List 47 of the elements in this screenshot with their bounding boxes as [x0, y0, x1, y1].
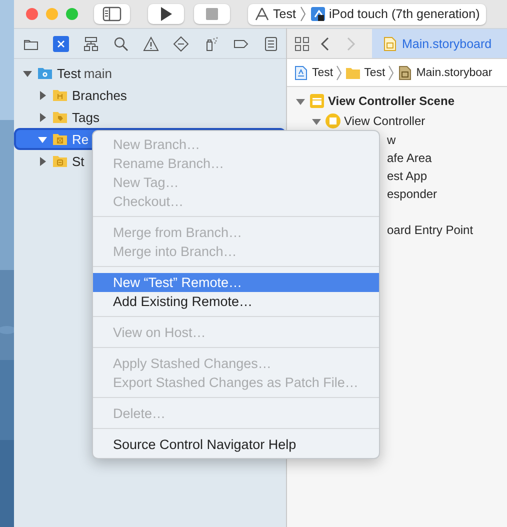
tree-item-label: Tags	[72, 110, 100, 124]
hierarchy-icon[interactable]	[83, 36, 99, 52]
editor-tab[interactable]: Main.storyboard	[372, 29, 507, 58]
path-item[interactable]: Main.storyboar	[397, 64, 492, 80]
project-icon	[293, 64, 309, 80]
menu-item[interactable]: Add Existing Remote…	[93, 292, 379, 311]
folder-icon	[52, 153, 68, 169]
menu-item[interactable]: Source Control Navigator Help	[93, 435, 379, 454]
stop-icon	[203, 5, 221, 23]
warning-icon[interactable]	[143, 36, 159, 52]
scheme-selector[interactable]: Test iPod touch (7th generation)	[248, 4, 486, 24]
tree-item-label: Branches	[72, 88, 127, 102]
disclosure-triangle-icon[interactable]	[37, 90, 48, 100]
grid-icon[interactable]	[294, 36, 310, 52]
folder-icon	[52, 109, 68, 125]
scene-icon	[309, 93, 325, 109]
branch-name: main	[84, 66, 112, 80]
scheme-name: Test	[273, 7, 296, 21]
storyboard-icon	[382, 36, 398, 52]
run-button[interactable]	[148, 4, 184, 24]
outline-item[interactable]: View Controller	[344, 114, 426, 128]
repository-icon	[37, 65, 53, 81]
tree-item-label: St	[72, 154, 84, 168]
folder-icon	[52, 87, 68, 103]
tree-item-label: Test	[57, 66, 81, 80]
chevron-icon	[335, 64, 344, 80]
search-icon[interactable]	[113, 36, 129, 52]
folder-icon	[52, 131, 68, 147]
source-control-icon[interactable]	[53, 36, 69, 52]
menu-item[interactable]: New “Test” Remote…	[93, 273, 379, 292]
view-controller-icon	[325, 113, 341, 129]
list-icon[interactable]	[263, 36, 279, 52]
device-name: iPod touch (7th generation)	[328, 7, 480, 21]
path-item[interactable]: Test	[345, 64, 386, 80]
chevron-icon	[298, 6, 307, 22]
storyboard-icon	[397, 64, 414, 80]
sidebar-toggle-button[interactable]	[94, 4, 130, 24]
device-icon	[310, 6, 326, 22]
outline-item[interactable]: View Controller Scene	[328, 94, 454, 108]
diamond-icon[interactable]	[173, 36, 189, 52]
sidebar-icon	[102, 5, 122, 23]
disclosure-triangle-icon[interactable]	[37, 112, 48, 122]
chevron-icon	[387, 64, 396, 80]
tree-item-label: Re	[72, 132, 89, 146]
app-target-icon	[254, 6, 270, 22]
path-item[interactable]: Test	[293, 64, 334, 80]
disclosure-triangle-icon[interactable]	[37, 156, 48, 166]
